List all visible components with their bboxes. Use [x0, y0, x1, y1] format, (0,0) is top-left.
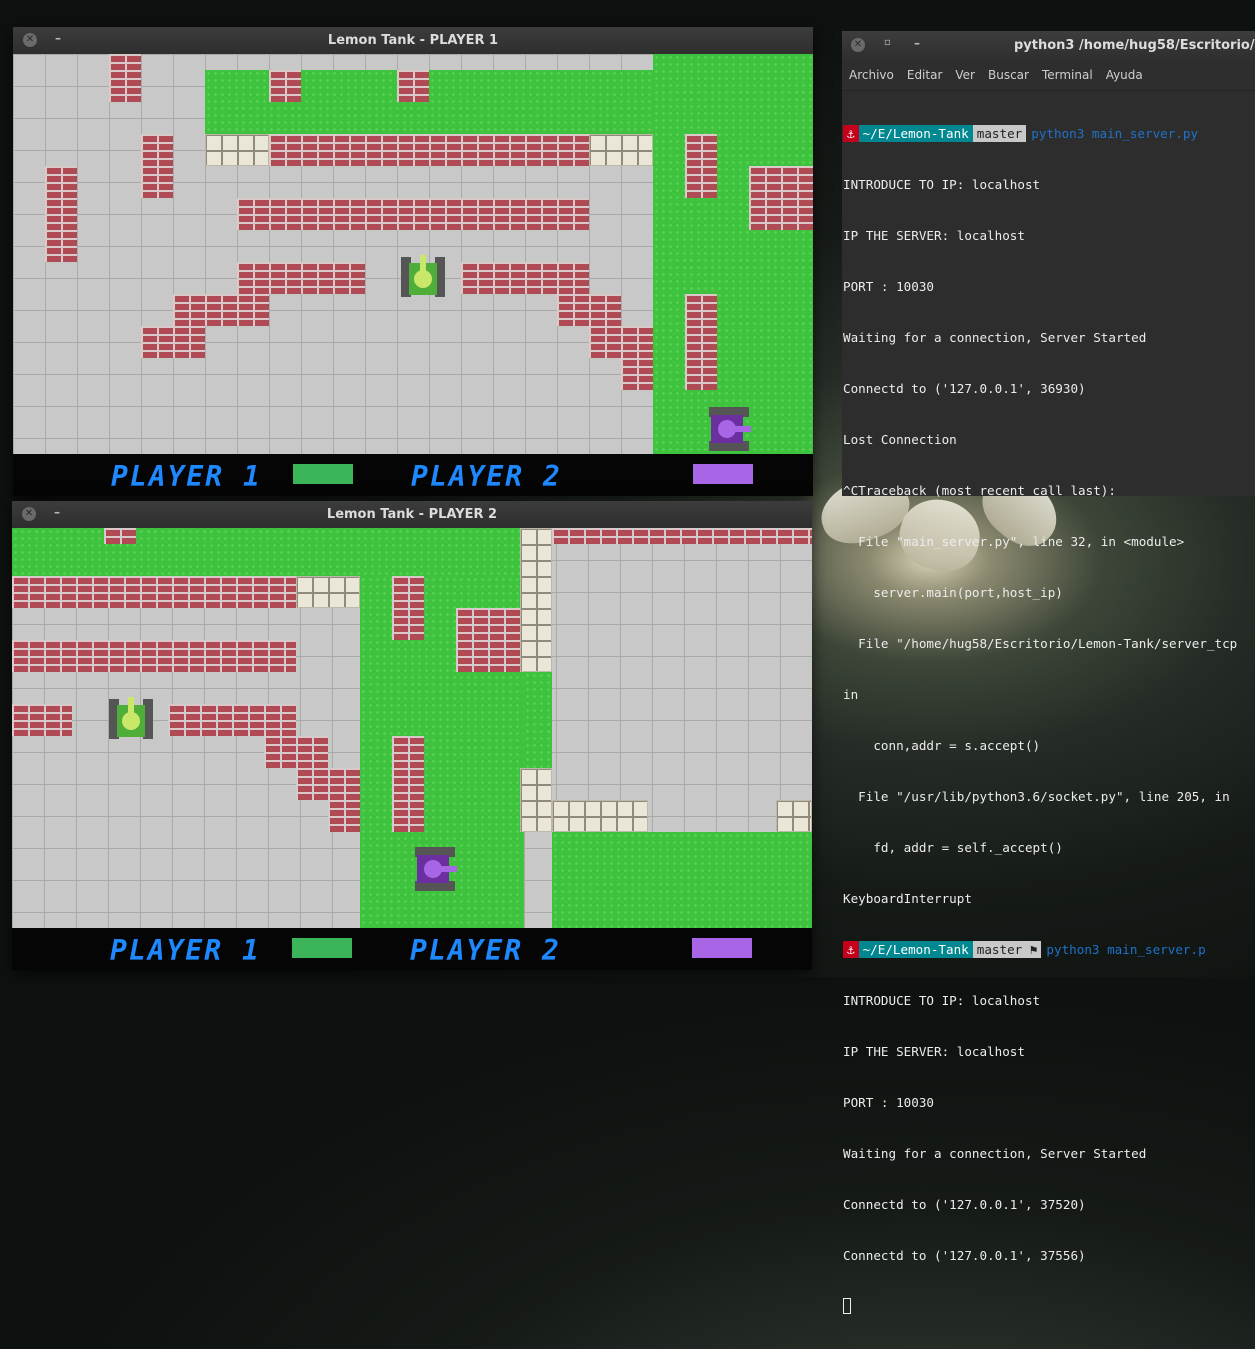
menu-ver[interactable]: Ver [948, 59, 981, 82]
output-line: PORT : 10030 [843, 279, 934, 294]
prompt-branch: master [972, 125, 1027, 142]
player1-health-bar [292, 938, 352, 958]
prompt-line: ⚓ ~/E/Lemon-Tank master ⚑ python3 main_serv… [843, 941, 1255, 958]
output-line: INTRODUCE TO IP: localhost [843, 993, 1041, 1008]
menu-buscar[interactable]: Buscar [981, 59, 1035, 82]
player1-health-bar [293, 464, 353, 484]
hud-bar: PLAYER 1 PLAYER 2 [12, 928, 812, 970]
player2-tank-icon [709, 407, 751, 451]
output-line: File "main_server.py", line 32, in <modu… [843, 534, 1185, 549]
terminal-menubar: Archivo Editar Ver Buscar Terminal Ayuda [842, 59, 1255, 91]
player1-label: PLAYER 1 [111, 460, 262, 493]
window-title: Lemon Tank - PLAYER 1 [327, 33, 499, 48]
prompt-path: ~/E/Lemon-Tank [858, 941, 973, 958]
player2-tank-icon [415, 847, 457, 891]
game-window-player2: ✕ – Lemon Tank - PLAYER 2 PLAYER 1 PLAYE… [12, 501, 812, 970]
player2-health-bar [693, 464, 753, 484]
anchor-icon: ⚓ [843, 125, 859, 142]
output-line: ^CTraceback (most recent call last): [843, 483, 1116, 498]
prompt-branch: master ⚑ [972, 941, 1042, 958]
player1-label: PLAYER 1 [110, 934, 261, 967]
terminal-output[interactable]: ⚓ ~/E/Lemon-Tank master python3 main_server… [842, 91, 1255, 1349]
prompt-line: ⚓ ~/E/Lemon-Tank master python3 main_server… [843, 125, 1255, 142]
output-line: IP THE SERVER: localhost [843, 228, 1025, 243]
output-line: Connectd to ('127.0.0.1', 37556) [843, 1248, 1086, 1263]
output-line: INTRODUCE TO IP: localhost [843, 177, 1041, 192]
hud-bar: PLAYER 1 PLAYER 2 [13, 454, 813, 496]
output-line: in [843, 687, 859, 702]
menu-terminal[interactable]: Terminal [1035, 59, 1099, 82]
output-line: File "/home/hug58/Escritorio/Lemon-Tank/… [843, 636, 1238, 651]
output-line: PORT : 10030 [843, 1095, 934, 1110]
terminal-window[interactable]: ✕ ▫ – python3 /home/hug58/Escritorio/Le … [842, 31, 1255, 1314]
output-line: Lost Connection [843, 432, 957, 447]
cursor-line [843, 1298, 1255, 1315]
menu-archivo[interactable]: Archivo [842, 59, 900, 82]
player2-health-bar [692, 938, 752, 958]
output-line: File "/usr/lib/python3.6/socket.py", lin… [843, 789, 1230, 804]
output-line: Waiting for a connection, Server Started [843, 1146, 1147, 1161]
close-icon[interactable]: ✕ [851, 38, 865, 52]
output-line: server.main(port,host_ip) [843, 585, 1063, 600]
terminal-titlebar[interactable]: ✕ ▫ – python3 /home/hug58/Escritorio/Le [842, 31, 1255, 59]
menu-ayuda[interactable]: Ayuda [1099, 59, 1149, 82]
prompt-path: ~/E/Lemon-Tank [858, 125, 973, 142]
game-window-player1: ✕ – Lemon Tank - PLAYER 1 PLAYER 1 PLAYE… [13, 27, 813, 496]
player2-label: PLAYER 2 [410, 934, 561, 967]
output-line: fd, addr = self._accept() [843, 840, 1063, 855]
minimize-icon[interactable]: – [914, 36, 920, 50]
game-map [12, 528, 812, 928]
restore-icon[interactable]: ▫ [884, 37, 891, 48]
output-line: KeyboardInterrupt [843, 891, 972, 906]
text-cursor [843, 1298, 851, 1314]
prompt-command: python3 main_server.p [1046, 942, 1206, 957]
anchor-icon: ⚓ [843, 941, 859, 958]
prompt-command: python3 main_server.py [1031, 126, 1199, 141]
game-map [13, 54, 813, 454]
window-titlebar[interactable]: ✕ – Lemon Tank - PLAYER 2 [12, 501, 812, 528]
output-line: conn,addr = s.accept() [843, 738, 1041, 753]
player2-label: PLAYER 2 [411, 460, 562, 493]
player1-tank-icon [109, 697, 153, 739]
terminal-title: python3 /home/hug58/Escritorio/Le [1014, 38, 1255, 53]
menu-editar[interactable]: Editar [900, 59, 949, 82]
player1-tank-icon [401, 255, 445, 297]
output-line: Waiting for a connection, Server Started [843, 330, 1147, 345]
output-line: Connectd to ('127.0.0.1', 37520) [843, 1197, 1086, 1212]
output-line: Connectd to ('127.0.0.1', 36930) [843, 381, 1086, 396]
window-titlebar[interactable]: ✕ – Lemon Tank - PLAYER 1 [13, 27, 813, 54]
window-title: Lemon Tank - PLAYER 2 [326, 507, 498, 522]
output-line: IP THE SERVER: localhost [843, 1044, 1025, 1059]
